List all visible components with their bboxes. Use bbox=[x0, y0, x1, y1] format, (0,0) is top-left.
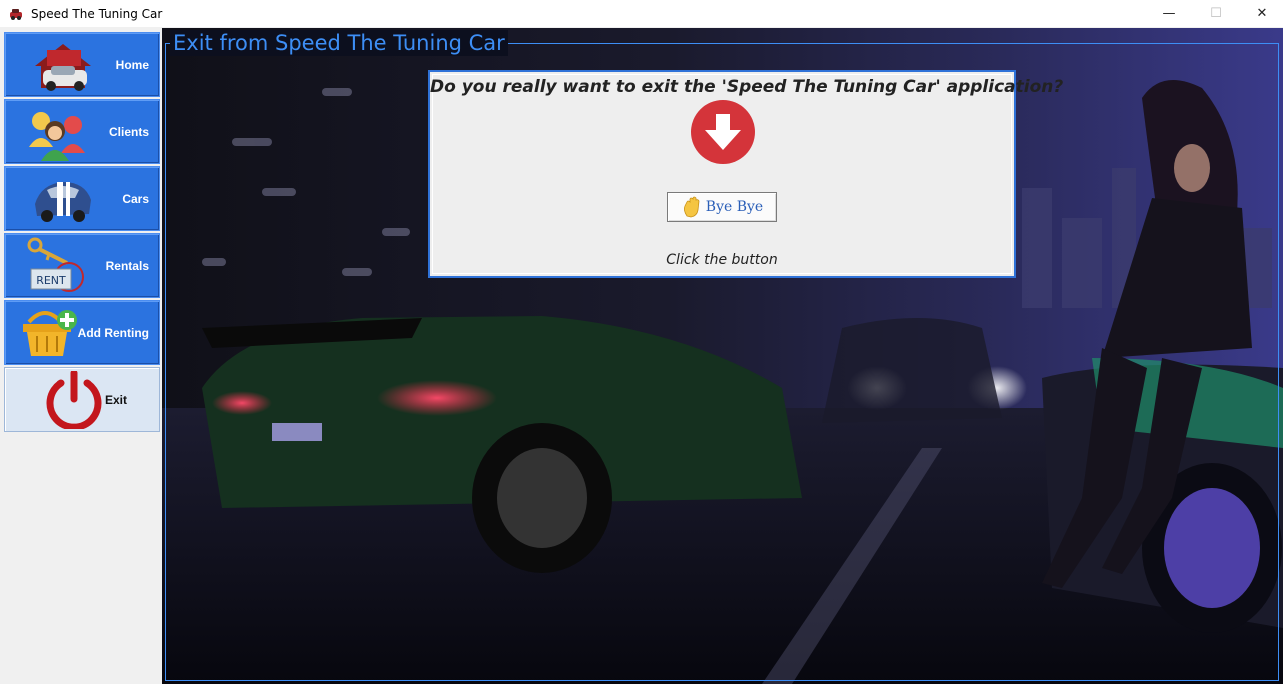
down-arrow-icon bbox=[691, 100, 755, 164]
main-panel: Exit from Speed The Tuning Car Do you re… bbox=[162, 28, 1283, 684]
maximize-button[interactable]: ☐ bbox=[1193, 0, 1239, 27]
title-bar: Speed The Tuning Car — ☐ ✕ bbox=[0, 0, 1283, 27]
bye-bye-button[interactable]: Bye Bye bbox=[667, 192, 777, 222]
sidebar-item-label: Exit bbox=[104, 392, 127, 407]
exit-question: Do you really want to exit the 'Speed Th… bbox=[430, 77, 1064, 97]
sidebar-item-home[interactable]: Home bbox=[4, 32, 160, 97]
sidebar-item-exit[interactable]: Exit bbox=[4, 367, 160, 432]
close-button[interactable]: ✕ bbox=[1239, 0, 1283, 27]
app-icon bbox=[10, 8, 22, 20]
waving-hand-icon bbox=[683, 196, 700, 218]
sidebar-item-cars[interactable]: Cars bbox=[4, 166, 160, 231]
sidebar-item-label: Rentals bbox=[105, 258, 149, 273]
sidebar-item-rentals[interactable]: RENT Rentals bbox=[4, 233, 160, 298]
bye-bye-button-label: Bye Bye bbox=[705, 199, 764, 215]
window-title: Speed The Tuning Car bbox=[31, 6, 163, 21]
sidebar-item-label: Add Renting bbox=[77, 325, 149, 340]
close-icon: ✕ bbox=[1256, 6, 1268, 21]
minimize-icon: — bbox=[1162, 6, 1176, 21]
maximize-icon: ☐ bbox=[1210, 6, 1222, 21]
sidebar-item-clients[interactable]: Clients bbox=[4, 99, 160, 164]
sidebar-item-label: Home bbox=[115, 57, 149, 72]
sidebar-item-label: Cars bbox=[122, 191, 149, 206]
minimize-button[interactable]: — bbox=[1146, 0, 1192, 27]
sidebar-item-label: Clients bbox=[108, 124, 149, 139]
click-hint: Click the button bbox=[666, 252, 778, 268]
page-title: Exit from Speed The Tuning Car bbox=[170, 30, 508, 56]
exit-dialog: Do you really want to exit the 'Speed Th… bbox=[428, 70, 1064, 278]
sidebar: Home Clients Cars RENT Rentals Add Renti… bbox=[0, 28, 163, 684]
sidebar-item-add-renting[interactable]: Add Renting bbox=[4, 300, 160, 365]
